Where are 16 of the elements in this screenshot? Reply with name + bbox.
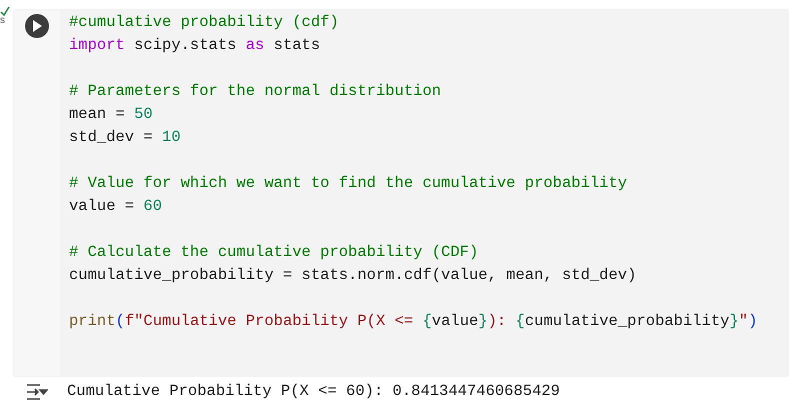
- run-button[interactable]: [25, 14, 49, 38]
- code-line: std_dev = 10: [69, 128, 181, 146]
- play-icon: [32, 20, 42, 32]
- code-line: print(f"Cumulative Probability P(X <= {value}): {cumulative_probability}"): [69, 312, 758, 330]
- code-line: #cumulative probability (cdf): [69, 13, 339, 31]
- output-toggle-icon[interactable]: [26, 384, 48, 400]
- checkmark-icon: [0, 6, 10, 16]
- code-line: cumulative_probability = stats.norm.cdf(value, mean, std_dev): [69, 266, 636, 284]
- run-time: s: [0, 16, 5, 26]
- code-line: mean = 50: [69, 105, 153, 123]
- code-line: value = 60: [69, 197, 162, 215]
- code-line: import scipy.stats as stats: [69, 36, 320, 54]
- code-line: # Value for which we want to find the cumulative probability: [69, 174, 628, 192]
- code-line: # Calculate the cumulative probability (CDF): [69, 243, 478, 261]
- output-text: Cumulative Probability P(X <= 60): 0.8413447460685429: [66, 381, 560, 402]
- code-line: # Parameters for the normal distribution: [69, 82, 442, 100]
